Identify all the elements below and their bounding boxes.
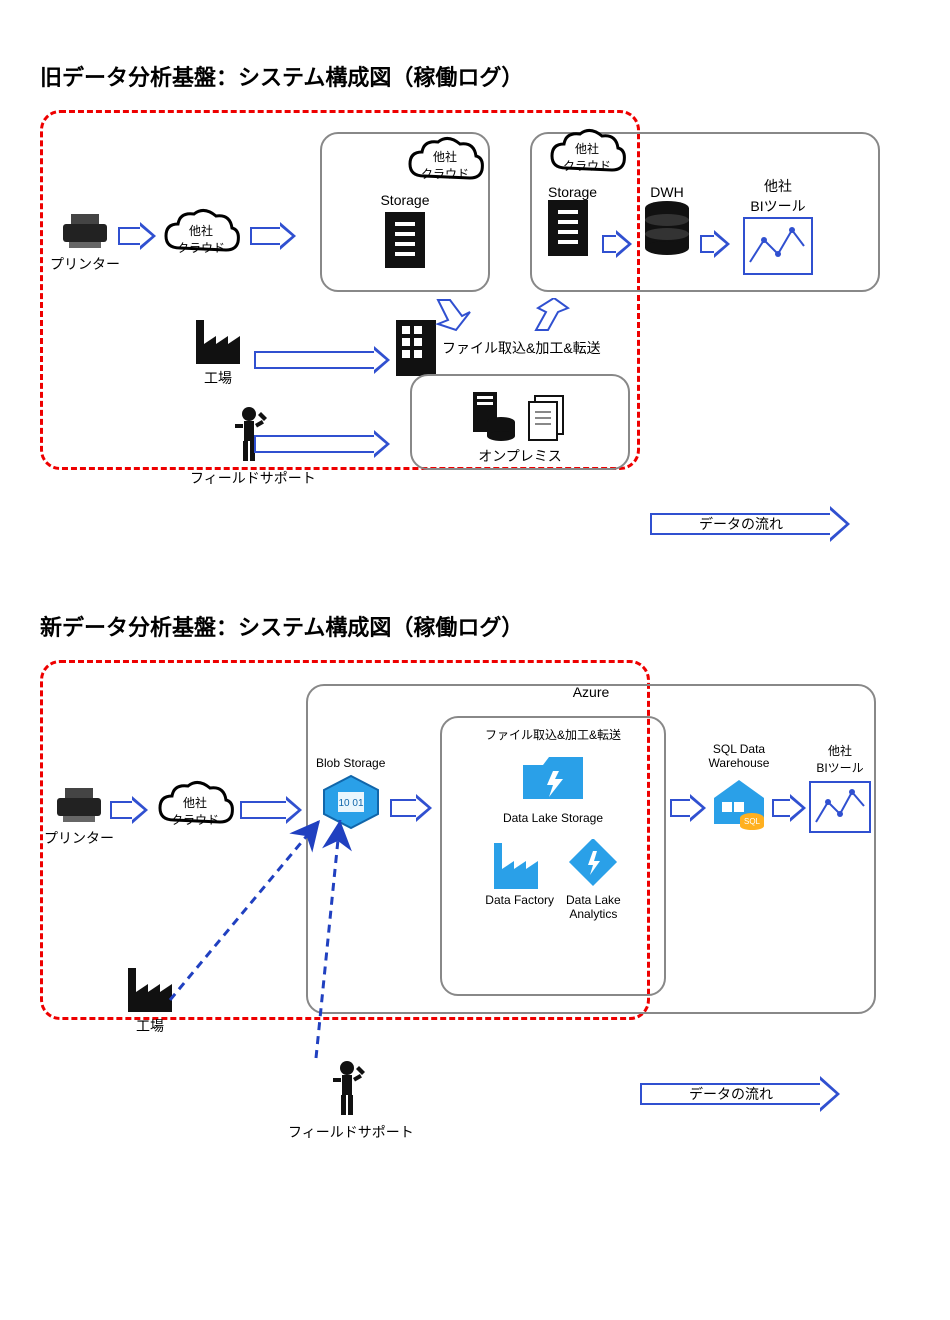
factory-label: 工場 [204,368,232,388]
chart-icon [808,780,872,834]
dwh-label: DWH [642,184,692,200]
new-title: 新データ分析基盤：システム構成図（稼働ログ） [40,610,910,642]
printer-icon [51,784,107,824]
dashed-arrow-2 [300,810,400,1070]
database-icon [642,200,692,256]
storage-group-2: 他社 クラウド Storage DWH 他社 BIツール [530,132,880,292]
factory-blue-icon [490,839,550,889]
arrow [110,796,148,824]
factory-icon [192,320,244,364]
storage-icon [548,200,588,256]
new-system-diagram: 新データ分析基盤：システム構成図（稼働ログ） Azure Blob Storag… [40,610,910,1200]
process-box: ファイル取込&加工&転送 Data Lake Storage Data Fact… [440,716,666,996]
arrow [254,346,390,374]
server-db-icon [469,390,517,442]
arrow-up [530,298,570,332]
support-node-new: フィールドサポート [288,1060,414,1142]
dls-label: Data Lake Storage [503,811,603,825]
arrow [602,230,632,258]
flow-legend-new: データの流れ [640,1076,840,1112]
support-label: フィールドサポート [190,468,316,488]
flow-legend: データの流れ [650,506,850,542]
bi-node: 他社 BIツール [808,742,872,834]
cloud-icon: 他社 クラウド [404,136,486,186]
factory-node: 工場 [192,320,244,388]
cloud-other-1: 他社 クラウド [160,208,242,260]
storage-icon [385,212,425,268]
process-label: ファイル取込&加工&転送 [442,338,601,358]
arrow [700,230,730,258]
chart-icon [742,216,814,276]
sqldw-label: SQL Data Warehouse [709,742,770,770]
documents-icon [527,390,571,442]
arrow [670,794,706,822]
building-icon [396,320,436,376]
warehouse-sql-icon: SQL [708,774,770,830]
azure-label: Azure [308,684,874,700]
storage-group-1: 他社 クラウド Storage [320,132,490,292]
printer-label-new: プリンター [44,828,114,848]
old-title: 旧データ分析基盤：システム構成図（稼働ログ） [40,60,910,92]
blob-label: Blob Storage [316,756,385,770]
df-label: Data Factory [485,893,554,907]
arrow [254,430,390,458]
svg-text:SQL: SQL [744,817,761,826]
cloud-icon: 他社 クラウド [160,208,242,260]
svg-text:10 01: 10 01 [338,798,363,809]
cloud-icon: 他社 クラウド [546,128,628,178]
cloud-label-3: 他社 クラウド [546,140,628,174]
printer-node: プリンター [50,210,120,274]
onprem-label: オンプレミス [420,446,620,466]
printer-icon [57,210,113,250]
onprem-box: オンプレミス [410,374,630,470]
sqldw-node: SQL Data Warehouse SQL [708,742,770,830]
process-label-new: ファイル取込&加工&転送 [450,726,656,743]
storage-label-2: Storage [548,184,597,200]
folder-bolt-icon [517,751,589,807]
diamond-bolt-icon [566,839,620,889]
bi-label: 他社 BIツール [742,176,814,216]
printer-node-new: プリンター [44,784,114,848]
arrow [250,222,296,250]
support-label-new: フィールドサポート [288,1122,414,1142]
printer-label: プリンター [50,254,120,274]
arrow [772,794,806,822]
flow-label: データの流れ [699,514,783,534]
dla-label: Data Lake Analytics [566,893,621,921]
arrow-down [432,298,472,332]
cloud-label-1: 他社 クラウド [160,222,242,256]
storage-label-1: Storage [330,192,480,208]
building-node [396,320,436,376]
bi-label-new: 他社 BIツール [816,742,863,776]
arrow [118,222,156,250]
cloud-label-2: 他社 クラウド [404,148,486,182]
old-system-diagram: 旧データ分析基盤：システム構成図（稼働ログ） プリンター 他社 クラウド [40,60,910,550]
flow-label-new: データの流れ [689,1084,773,1104]
